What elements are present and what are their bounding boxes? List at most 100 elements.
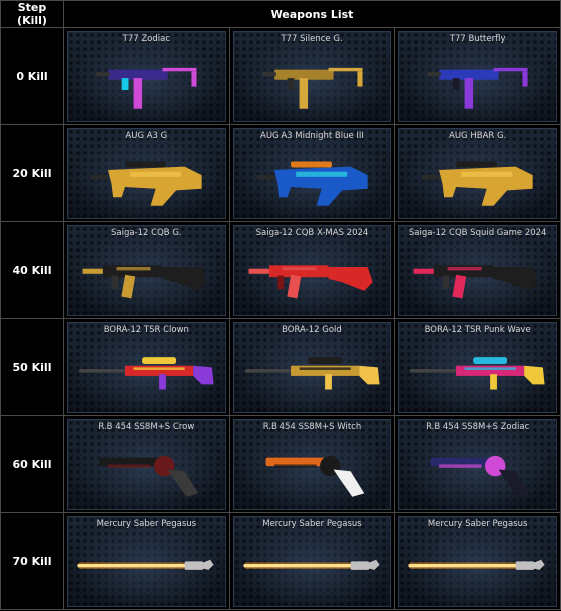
weapon-name: BORA-12 TSR Clown: [103, 325, 189, 335]
weapon-cell: BORA-12 TSR Clown: [64, 319, 229, 415]
smg-weapon-icon: [427, 67, 528, 109]
weapon-image: [74, 46, 219, 117]
weapon-name: R.B 454 SS8M+S Zodiac: [426, 422, 530, 432]
weapon-cell: Saiga-12 CQB Squid Game 2024: [395, 222, 560, 318]
revolver-weapon-icon: [265, 455, 364, 497]
revolver-weapon-icon: [99, 455, 199, 497]
weapon-name: BORA-12 Gold: [282, 325, 342, 335]
saber-weapon-icon: [243, 559, 380, 570]
weapon-image: [240, 143, 385, 214]
weapon-image: [405, 46, 550, 117]
saber-weapon-icon: [408, 559, 545, 570]
step-kill-label: 20 Kill: [1, 125, 63, 221]
weapon-card[interactable]: AUG HBAR G.: [398, 128, 557, 219]
weapon-name: Saiga-12 CQB Squid Game 2024: [408, 228, 547, 238]
weapon-cell: R.B 454 SS8M+S Witch: [229, 416, 395, 512]
weapon-card[interactable]: R.B 454 SS8M+S Crow: [67, 419, 226, 510]
weapon-card[interactable]: R.B 454 SS8M+S Zodiac: [398, 419, 557, 510]
weapon-cell: AUG HBAR G.: [395, 125, 560, 221]
weapon-row: 60 Kill R.B 454 SS8M+S Crow R.B 454 SS8M+S…: [1, 416, 560, 512]
weapon-card[interactable]: BORA-12 TSR Clown: [67, 322, 226, 413]
shotgun-weapon-icon: [413, 265, 539, 299]
weapon-image: [240, 240, 385, 311]
sniper-weapon-icon: [410, 357, 545, 390]
weapon-name: T77 Butterfly: [449, 34, 506, 44]
weapon-image: [74, 143, 219, 214]
weapon-cell: Mercury Saber Pegasus: [395, 513, 560, 609]
weapon-cell: BORA-12 TSR Punk Wave: [395, 319, 560, 415]
weapon-name: Mercury Saber Pegasus: [96, 519, 197, 529]
weapon-row: 0 Kill T77 Zodiac T77 Silence G. T77 Butter…: [1, 28, 560, 124]
weapons-column-header: Weapons List: [64, 1, 560, 27]
weapon-card[interactable]: BORA-12 TSR Punk Wave: [398, 322, 557, 413]
weapon-cell: T77 Zodiac: [64, 28, 229, 124]
weapon-cell: Mercury Saber Pegasus: [64, 513, 229, 609]
weapon-card[interactable]: AUG A3 Midnight Blue III: [232, 128, 392, 219]
weapon-card[interactable]: R.B 454 SS8M+S Witch: [232, 419, 392, 510]
weapon-image: [405, 434, 550, 505]
weapon-card[interactable]: T77 Butterfly: [398, 31, 557, 122]
weapon-card[interactable]: AUG A3 G: [67, 128, 226, 219]
weapon-name: AUG A3 G: [125, 131, 168, 141]
weapon-image: [74, 337, 219, 408]
weapon-image: [74, 240, 219, 311]
step-kill-label: 40 Kill: [1, 222, 63, 318]
weapon-cell: Mercury Saber Pegasus: [229, 513, 395, 609]
weapon-row: 20 Kill AUG A3 G AUG A3 Midnight Blue III A…: [1, 125, 560, 221]
bullpup-weapon-icon: [91, 161, 202, 206]
weapon-image: [240, 434, 385, 505]
step-kill-label: 50 Kill: [1, 319, 63, 415]
weapon-row: 40 Kill Saiga-12 CQB G. Saiga-12 CQB X-MAS…: [1, 222, 560, 318]
weapon-cell: R.B 454 SS8M+S Zodiac: [395, 416, 560, 512]
weapon-cell: Saiga-12 CQB X-MAS 2024: [229, 222, 395, 318]
weapon-cell: AUG A3 G: [64, 125, 229, 221]
weapon-name: T77 Zodiac: [122, 34, 171, 44]
bullpup-weapon-icon: [422, 161, 533, 206]
weapon-name: Mercury Saber Pegasus: [427, 519, 528, 529]
step-kill-label: 60 Kill: [1, 416, 63, 512]
weapons-table-body: 0 Kill T77 Zodiac T77 Silence G. T77 Butter…: [1, 28, 560, 609]
weapon-name: AUG HBAR G.: [449, 131, 507, 141]
weapon-image: [74, 531, 219, 602]
weapon-card[interactable]: Mercury Saber Pegasus: [67, 516, 226, 607]
weapon-image: [74, 434, 219, 505]
weapon-card[interactable]: T77 Silence G.: [232, 31, 392, 122]
weapon-name: Saiga-12 CQB G.: [111, 228, 182, 238]
weapon-card[interactable]: T77 Zodiac: [67, 31, 226, 122]
weapon-name: BORA-12 TSR Punk Wave: [424, 325, 531, 335]
weapon-image: [240, 337, 385, 408]
weapon-name: Mercury Saber Pegasus: [262, 519, 362, 529]
weapon-card[interactable]: Saiga-12 CQB G.: [67, 225, 226, 316]
weapon-cell: R.B 454 SS8M+S Crow: [64, 416, 229, 512]
bullpup-weapon-icon: [256, 161, 368, 206]
weapon-cell: AUG A3 Midnight Blue III: [229, 125, 395, 221]
weapon-image: [405, 143, 550, 214]
shotgun-weapon-icon: [82, 265, 207, 299]
weapon-image: [240, 46, 385, 117]
step-kill-label: 70 Kill: [1, 513, 63, 609]
weapon-card[interactable]: Saiga-12 CQB Squid Game 2024: [398, 225, 557, 316]
weapon-card[interactable]: BORA-12 Gold: [232, 322, 392, 413]
weapon-name: AUG A3 Midnight Blue III: [260, 131, 364, 141]
weapon-row: 70 Kill Mercury Saber Pegasus Mercury Sabe…: [1, 513, 560, 609]
sniper-weapon-icon: [79, 357, 214, 390]
weapon-image: [405, 240, 550, 311]
step-column-header: Step (Kill): [1, 1, 63, 27]
weapon-card[interactable]: Mercury Saber Pegasus: [232, 516, 392, 607]
smg-weapon-icon: [96, 67, 197, 109]
weapon-cell: T77 Butterfly: [395, 28, 560, 124]
weapon-image: [405, 531, 550, 602]
weapon-card[interactable]: Saiga-12 CQB X-MAS 2024: [232, 225, 392, 316]
weapons-table: Step (Kill) Weapons List 0 Kill T77 Zodia…: [0, 0, 561, 610]
weapon-name: R.B 454 SS8M+S Crow: [98, 422, 195, 432]
weapon-image: [240, 531, 385, 602]
weapon-row: 50 Kill BORA-12 TSR Clown BORA-12 Gold BORA…: [1, 319, 560, 415]
revolver-weapon-icon: [430, 455, 530, 497]
weapon-card[interactable]: Mercury Saber Pegasus: [398, 516, 557, 607]
weapon-cell: BORA-12 Gold: [229, 319, 395, 415]
weapon-cell: T77 Silence G.: [229, 28, 395, 124]
weapon-image: [405, 337, 550, 408]
step-kill-label: 0 Kill: [1, 28, 63, 124]
saber-weapon-icon: [77, 559, 214, 570]
smg-weapon-icon: [261, 67, 363, 109]
